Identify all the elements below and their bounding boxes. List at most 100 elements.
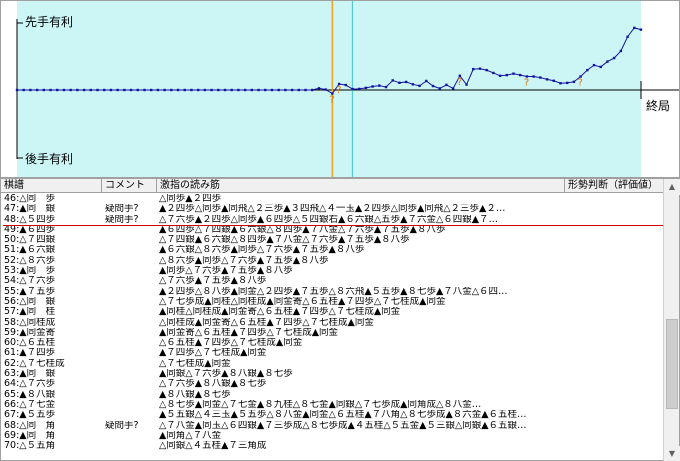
move-row[interactable]: 67:▲５五歩 ▲５五銀△４三玉▲５五歩△８八金▲同金△６五桂▲７八角△８七歩成▲…: [1, 410, 665, 420]
line-cell: △６五桂▲７四歩△７七桂成▲同金: [159, 338, 303, 349]
move-row[interactable]: 68:△同 角 疑問手? △７八金▲同玉△６四銀▲７三歩成△８七歩成▲４五桂△５五金…: [1, 421, 665, 431]
move-cell: 52:△８六歩: [4, 255, 56, 266]
evaluation-point: [56, 88, 59, 92]
column-header-line[interactable]: 激指の読み筋: [157, 179, 565, 193]
evaluation-point: [82, 88, 86, 92]
move-row[interactable]: 70:△５五角△同銀△４五桂▲７三角成先手有利( 600): [1, 441, 665, 451]
evaluation-point: [42, 88, 46, 92]
evaluation-point: [606, 60, 609, 63]
move-row[interactable]: 49:▲６四歩▲６四歩△７四銀▲６六銀△８四歩▲７八金△７六歩▲７五歩▲８八歩互…: [1, 225, 665, 235]
evaluation-point: [304, 88, 307, 92]
line-cell: △７六歩▲７五歩▲８八歩: [159, 276, 267, 287]
scroll-thumb[interactable]: [666, 319, 678, 409]
column-header-comment[interactable]: コメント: [102, 179, 157, 193]
line-cell: △７七歩成▲同桂△同桂成▲同金寄△６五桂▲７四歩△７七桂成▲同金: [159, 296, 446, 307]
evaluation-point: [552, 79, 555, 82]
dubious-move-mark: ?: [457, 77, 462, 88]
evaluation-point: [264, 88, 267, 92]
evaluation-point: [545, 78, 549, 81]
move-cell: 50:△７四銀: [4, 235, 56, 246]
move-row[interactable]: 55:▲７五歩 ▲２四歩△８八歩▲同金△２四歩▲７五歩△８六飛▲５五歩▲８七歩▲７…: [1, 287, 665, 297]
evaluation-point: [317, 87, 321, 90]
evaluation-point: [425, 79, 428, 83]
move-row[interactable]: 64:△７六歩△７六歩▲８八銀▲８七歩互角( 43): [1, 379, 665, 389]
move-cell: 64:△７六歩: [4, 379, 56, 390]
move-row[interactable]: 51:▲６六銀▲６六銀△８六歩▲同歩△７六歩▲７五歩▲８八歩互角( 27): [1, 245, 665, 255]
move-row[interactable]: 65:▲８八銀▲８八銀▲８七歩互角( 144): [1, 390, 665, 400]
evaluation-point: [371, 85, 374, 88]
move-row[interactable]: 47:▲同 銀 疑問手? ▲２四歩△同歩▲同飛△２三歩▲３四飛△４一玉▲２四歩△同歩…: [1, 204, 665, 214]
evaluation-point: [237, 88, 240, 92]
evaluation-point: [49, 88, 52, 92]
move-row[interactable]: 61:▲７四歩▲７四歩△７七桂成▲同金互角( 117): [1, 348, 665, 358]
move-cell: 56:△同 銀: [4, 296, 56, 307]
line-cell: ▲８八銀▲８七歩: [159, 389, 231, 400]
scroll-down-button[interactable]: ▼: [664, 446, 680, 461]
evaluation-point: [297, 88, 301, 92]
move-cell: 55:▲７五歩: [4, 286, 56, 297]
line-cell: ▲２四歩△同歩▲同飛△２三歩▲３四飛△４一玉▲２四歩△同歩▲同飛△２三歩▲２…: [159, 204, 506, 215]
scroll-up-button[interactable]: ▲: [664, 179, 680, 195]
evaluation-point: [230, 88, 233, 92]
evaluation-point: [243, 88, 247, 92]
game-end-label: 終局: [646, 99, 671, 113]
move-list-panel[interactable]: 棋譜 コメント 激指の読み筋 形勢判断（評価値） 46:△同 歩△同歩▲２四歩互…: [0, 178, 680, 461]
vertical-scrollbar[interactable]: ▲ ▼: [663, 179, 680, 461]
line-cell: △同歩▲２四歩: [159, 194, 222, 204]
line-cell: ▲７四歩△７七桂成▲同金: [159, 348, 267, 359]
evaluation-point: [210, 88, 213, 92]
move-row[interactable]: 50:△７四銀△７四銀▲６六銀△８四歩▲７八金△７六歩▲７五歩▲８八歩互角( 1…: [1, 235, 665, 245]
evaluation-point: [270, 88, 274, 92]
move-row[interactable]: 52:△８六歩△８六歩▲同歩△７六歩▲７五歩▲８八歩互角( 31): [1, 256, 665, 266]
move-row[interactable]: 59:▲同金寄▲同金寄△６五桂▲７四歩△７七桂成▲同金互角( 227): [1, 328, 665, 338]
evaluation-point: [69, 88, 72, 92]
evaluation-point: [633, 26, 636, 30]
evaluation-point: [311, 88, 314, 92]
evaluation-point: [29, 88, 32, 92]
line-cell: ▲同銀△７六歩▲８八銀▲８七歩: [159, 369, 293, 380]
move-cell: 69:▲同 角: [4, 430, 56, 441]
move-row[interactable]: 58:△同桂成△同桂成▲同金寄△６五桂▲７四歩△７七桂成▲同金互角( 203): [1, 318, 665, 328]
evaluation-point: [498, 74, 502, 77]
evaluation-point: [136, 88, 139, 92]
evaluation-point: [156, 88, 160, 92]
evaluation-point: [619, 49, 623, 53]
move-cell: 68:△同 角: [4, 420, 56, 431]
evaluation-point: [89, 88, 93, 92]
dubious-move-mark: ?: [336, 85, 341, 96]
move-row[interactable]: 56:△同 銀△７七歩成▲同桂△同桂成▲同金寄△６五桂▲７四歩△７七桂成▲同金互…: [1, 297, 665, 307]
move-row[interactable]: 54:△７六歩△７六歩▲７五歩▲８八歩互角( 99): [1, 276, 665, 286]
evaluation-graph-panel[interactable]: ????? 先手有利 後手有利 終局: [0, 0, 680, 178]
move-row[interactable]: 53:▲同 歩▲同歩△７六歩▲７五歩▲８八歩互角( 60): [1, 266, 665, 276]
evaluation-point: [411, 83, 415, 86]
dubious-move-mark: ?: [329, 95, 334, 106]
evaluation-point: [109, 88, 113, 92]
line-cell: △７六歩▲８八銀▲８七歩: [159, 379, 267, 390]
evaluation-point: [35, 88, 39, 92]
move-row[interactable]: 57:▲同 桂▲同桂△同桂成▲同金寄△６五桂▲７四歩△７七桂成▲同金互角( 27…: [1, 307, 665, 317]
evaluation-point: [485, 68, 488, 72]
evaluation-point: [559, 82, 562, 85]
column-header-eval[interactable]: 形勢判断（評価値）: [565, 179, 665, 193]
move-row[interactable]: 60:△６五桂△６五桂▲７四歩△７七桂成▲同金互角( 160): [1, 338, 665, 348]
move-row[interactable]: 62:△７七桂成△７七桂成▲同金互角( 254): [1, 359, 665, 369]
move-row[interactable]: 69:▲同 角▲同角△７八金先手有利( 588): [1, 431, 665, 441]
evaluation-point: [223, 88, 227, 92]
move-row[interactable]: 48:△５四歩 疑問手? △７六歩▲２四歩△同歩▲６四歩△５四銀右▲６六銀△五歩▲７…: [1, 215, 665, 225]
evaluation-point: [539, 76, 542, 79]
move-cell: 67:▲５五歩: [4, 410, 56, 421]
column-header-move[interactable]: 棋譜: [1, 179, 102, 193]
move-row[interactable]: 63:▲同 銀▲同銀△７六歩▲８八銀▲８七歩互角( 112): [1, 369, 665, 379]
evaluation-point: [431, 84, 435, 88]
line-cell: △８六歩▲同歩△７六歩▲７五歩▲８八歩: [159, 255, 329, 266]
gote-advantage-label: 後手有利: [25, 152, 74, 166]
dubious-move-mark: ?: [524, 78, 529, 89]
evaluation-point: [344, 83, 347, 87]
evaluation-point: [76, 88, 79, 92]
move-row[interactable]: 46:△同 歩△同歩▲２四歩互角( 48): [1, 194, 665, 204]
evaluation-graph[interactable]: ?????: [1, 1, 679, 177]
evaluation-point: [565, 81, 569, 85]
move-row[interactable]: 66:△７七金 △８七歩▲同金△７七金▲８九桂△８七金▲同銀△７七歩成▲同角成△８…: [1, 400, 665, 410]
line-cell: △同桂成▲同金寄△６五桂▲７四歩△７七桂成▲同金: [159, 317, 374, 328]
move-cell: 54:△７六歩: [4, 276, 56, 287]
